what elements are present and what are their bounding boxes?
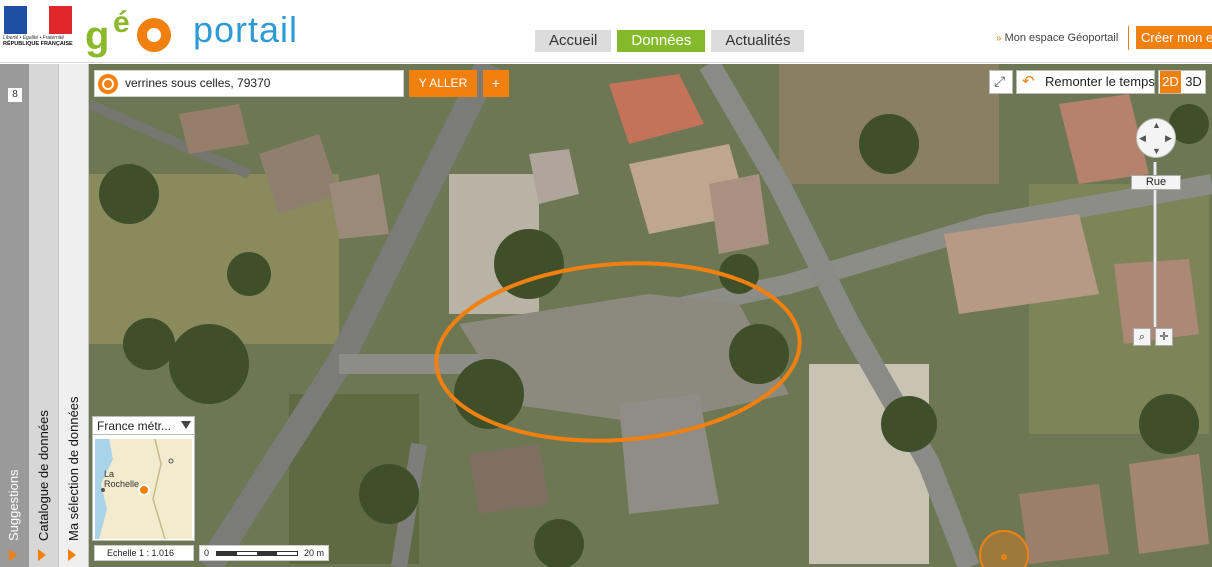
zoom-level-label: Rue	[1131, 175, 1181, 190]
territory-select[interactable]: France métr...	[93, 417, 194, 435]
location-marker-icon	[138, 484, 150, 496]
geoportail-logo[interactable]: g é portail	[85, 6, 315, 58]
main-nav: Accueil Données Actualités	[535, 30, 805, 52]
remonter-le-temps-button[interactable]: ↶ Remonter le temps	[1016, 70, 1155, 94]
geoportail-app: Liberté • Égalité • Fraternité RÉPUBLIQU…	[0, 0, 1212, 567]
selection-panel-tab[interactable]: Ma sélection de données	[59, 64, 89, 567]
pan-left-icon[interactable]: ◀	[1139, 133, 1146, 144]
suggestions-count-badge: 8	[8, 88, 22, 102]
suggestions-panel-tab[interactable]: 8 Suggestions	[0, 64, 29, 567]
zoom-tools: ⌕ ✛	[1133, 328, 1173, 346]
fullscreen-button[interactable]: ⤢	[989, 70, 1013, 94]
logo-e: é	[113, 6, 130, 39]
mode-2d-button[interactable]: 2D	[1160, 71, 1181, 93]
header-divider	[1128, 26, 1129, 50]
undo-arrow-icon: ↶	[1022, 73, 1035, 90]
overview-map: France métr... La Rochelle	[92, 416, 195, 541]
creer-compte-button[interactable]: Créer mon e	[1136, 26, 1212, 49]
search-input[interactable]	[125, 76, 395, 90]
scale-ratio: Echelle 1 : 1.016	[94, 545, 194, 561]
catalogue-label: Catalogue de données	[35, 410, 51, 541]
search-bar	[94, 70, 404, 97]
chevron-right-icon: »	[996, 33, 1002, 44]
map-viewport[interactable]: Y ALLER + ⤢ ↶ Remonter le temps 2D 3D ▲ …	[89, 64, 1212, 567]
suggestions-label: Suggestions	[5, 469, 21, 541]
pan-down-icon[interactable]: ▼	[1152, 146, 1161, 156]
territory-select-value: France métr...	[97, 419, 172, 433]
scale-length: 20 m	[304, 548, 325, 558]
rf-name: RÉPUBLIQUE FRANÇAISE	[3, 41, 73, 47]
fullscreen-icon: ⤢	[994, 73, 1006, 89]
view-mode-toggle: 2D 3D	[1158, 70, 1206, 94]
pan-control[interactable]: ▲ ▼ ◀ ▶	[1136, 118, 1176, 158]
search-options-button[interactable]: +	[483, 70, 509, 97]
tab-donnees[interactable]: Données	[617, 30, 706, 52]
logo-o-circle	[137, 18, 171, 52]
republique-francaise-logo[interactable]: Liberté • Égalité • Fraternité RÉPUBLIQU…	[2, 6, 74, 50]
scale-bar: 0 20 m	[199, 545, 329, 561]
expand-arrow-icon[interactable]	[38, 549, 46, 561]
logo-g: g	[85, 14, 110, 58]
scale-start: 0	[204, 548, 210, 558]
expand-arrow-icon[interactable]	[9, 549, 17, 561]
aerial-imagery	[89, 64, 1212, 567]
tab-accueil[interactable]: Accueil	[535, 30, 612, 52]
selection-label: Ma sélection de données	[65, 396, 81, 541]
logo-portail-word: portail	[193, 9, 299, 50]
pan-right-icon[interactable]: ▶	[1165, 133, 1172, 144]
overview-city-label: La Rochelle	[104, 469, 140, 489]
center-crosshair-icon[interactable]: ✛	[1155, 328, 1173, 346]
mon-espace-link[interactable]: » Mon espace Géoportail	[996, 32, 1118, 44]
go-button[interactable]: Y ALLER	[409, 70, 477, 97]
zoom-box-icon[interactable]: ⌕	[1133, 328, 1151, 346]
pan-up-icon[interactable]: ▲	[1152, 120, 1161, 130]
mode-3d-button[interactable]: 3D	[1183, 71, 1204, 93]
scale-bar-graphic	[216, 551, 298, 556]
marianne-flag-icon	[4, 6, 73, 34]
header: Liberté • Égalité • Fraternité RÉPUBLIQU…	[0, 0, 1212, 63]
dropdown-caret-icon	[181, 421, 191, 429]
remonter-le-temps-label: Remonter le temps	[1045, 74, 1155, 89]
mon-espace-label: Mon espace Géoportail	[1004, 32, 1119, 44]
tab-actualites[interactable]: Actualités	[711, 30, 805, 52]
overview-minimap[interactable]: La Rochelle	[95, 439, 192, 539]
expand-arrow-icon[interactable]	[68, 549, 76, 561]
catalogue-panel-tab[interactable]: Catalogue de données	[29, 64, 59, 567]
geolocate-icon[interactable]	[98, 74, 118, 94]
